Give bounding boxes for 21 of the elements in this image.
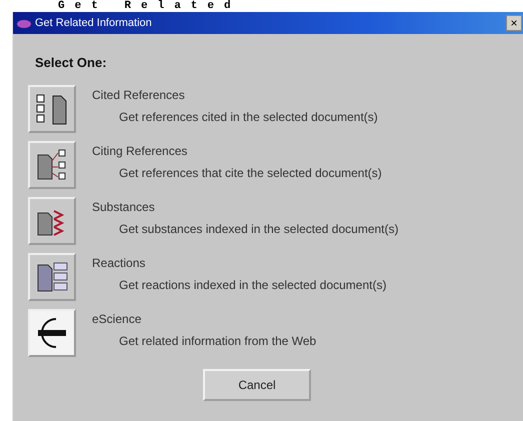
option-label: eScience: [92, 312, 142, 326]
option-button[interactable]: [28, 253, 76, 301]
option-label: Cited References: [92, 88, 186, 102]
option-description: Get references that cite the selected document(s): [118, 166, 382, 180]
option-label: Citing References: [92, 144, 188, 158]
option-button[interactable]: [28, 141, 76, 189]
option-label: Reactions: [92, 256, 146, 270]
option-button[interactable]: [28, 85, 76, 133]
option-label: Substances: [92, 200, 156, 214]
cancel-button[interactable]: Cancel: [203, 369, 311, 401]
option-description: Get reactions indexed in the selected document(s): [118, 278, 386, 292]
close-button[interactable]: ×: [506, 15, 522, 31]
option-button[interactable]: [28, 197, 76, 245]
caption: Get Related: [58, 0, 241, 12]
heading: Select One:: [35, 55, 108, 70]
option-description: Get substances indexed in the selected document(s): [118, 222, 398, 236]
option-description: Get related information from the Web: [118, 334, 316, 348]
option-button[interactable]: [28, 309, 76, 357]
option-description: Get references cited in the selected document(s): [118, 110, 378, 124]
window-title: Get Related Information: [35, 17, 153, 29]
app-icon: [17, 18, 31, 28]
